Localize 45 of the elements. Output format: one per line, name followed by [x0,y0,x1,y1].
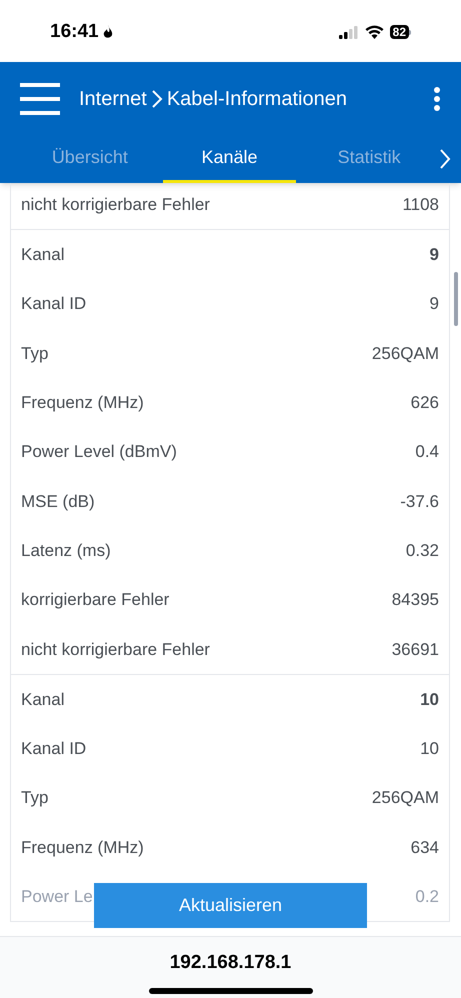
row-value: 36691 [392,638,439,661]
row-label: Frequenz (MHz) [21,392,144,414]
row-value: 256QAM [372,342,439,365]
row-label: Kanal ID [21,293,86,316]
more-options-icon[interactable] [433,86,441,110]
row-label: nicht korrigierbare Fehler [21,194,210,216]
row-label: Power Level (dBmV) [21,441,177,464]
clock-time: 16:41 [50,20,99,44]
row-label: Typ [21,342,48,365]
row-value: 84395 [392,589,439,612]
chevron-right-icon [150,88,163,108]
row-label: nicht korrigierbare Fehler [21,638,210,661]
flame-icon [102,25,113,39]
page-title: Kabel-Informationen [166,86,347,112]
row-label: Frequenz (MHz) [21,836,144,859]
row-label: Power Le [21,886,93,908]
row-value: 0.32 [406,540,439,562]
breadcrumb-link[interactable]: Internet [79,84,147,114]
row-value: 634 [410,836,439,859]
row-value: 1108 [402,194,439,216]
row-value: -37.6 [400,490,439,513]
row-label: Latenz (ms) [21,540,111,562]
scrollbar [454,272,458,326]
row-label: Kanal [21,244,64,266]
battery-icon: 82 [390,25,411,39]
row-label: Kanal ID [21,738,86,760]
row-value: 0.4 [415,441,439,464]
update-button[interactable]: Aktualisieren [94,883,367,928]
url-text[interactable]: 192.168.178.1 [170,949,292,978]
row-label: Typ [21,787,48,810]
row-value: 256QAM [372,787,439,810]
wifi-icon [364,25,384,39]
row-label: korrigierbare Fehler [21,589,170,612]
row-value: 10 [420,738,439,760]
row-label: Kanal [21,688,64,711]
row-value: 0.2 [415,886,439,908]
chevron-right-icon[interactable] [439,148,451,170]
row-value: 10 [420,688,439,711]
tab[interactable]: Kanäle [162,135,296,183]
row-value: 9 [430,293,439,316]
row-value: 9 [430,244,439,266]
row-value: 626 [410,392,439,414]
signal-icon [338,26,359,38]
row-label: MSE (dB) [21,490,95,513]
menu-icon[interactable] [20,82,60,114]
